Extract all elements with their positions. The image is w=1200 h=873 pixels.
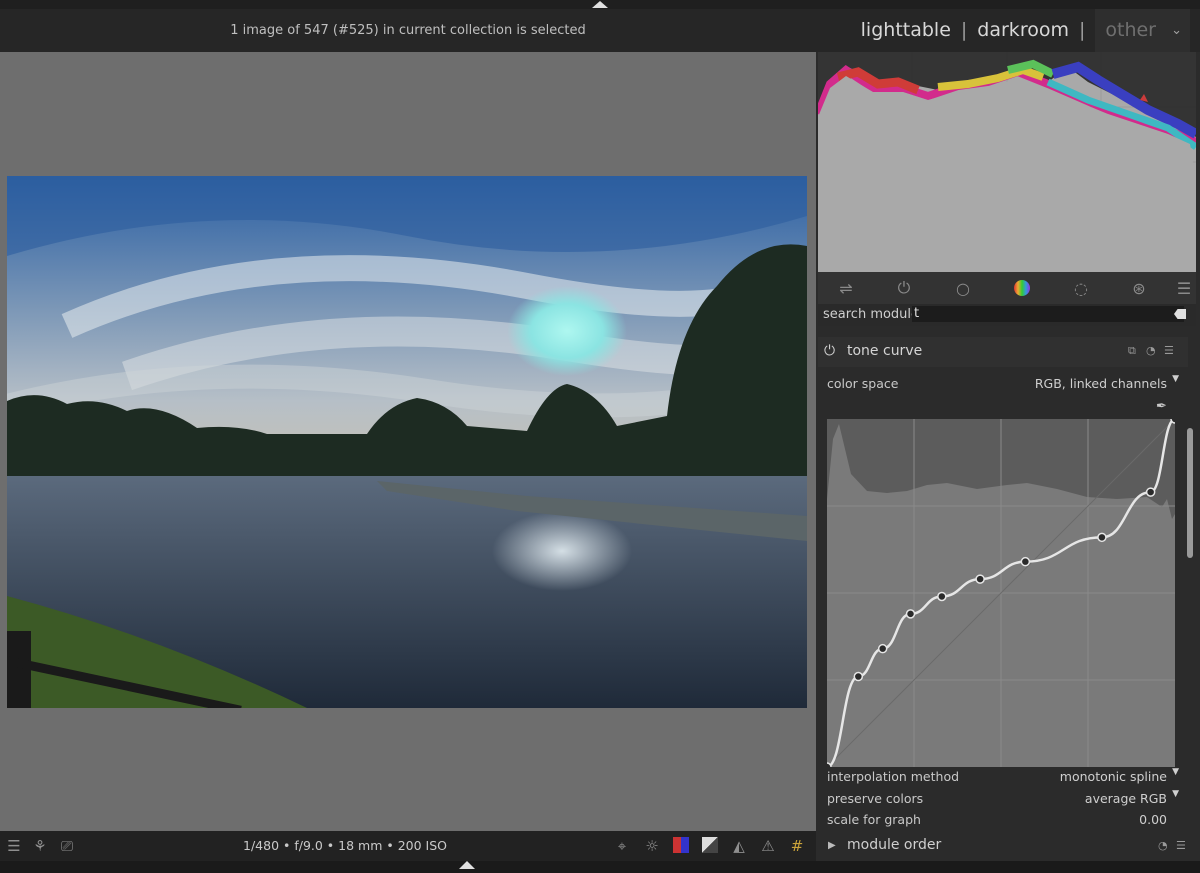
tone-curve-header[interactable]: ⏻ tone curve ⧉ ◔ ☰ — [818, 337, 1188, 367]
view-other-dropdown[interactable]: other ⌄ — [1095, 9, 1190, 52]
preserve-colors-value: average RGB — [1084, 791, 1167, 806]
view-other-label: other — [1105, 19, 1156, 41]
selection-status: 1 image of 547 (#525) in current collect… — [230, 23, 586, 38]
module-order-title: module order — [847, 837, 942, 853]
curve-node-2[interactable] — [877, 643, 888, 654]
scrollbar-thumb[interactable] — [1187, 428, 1193, 558]
color-wheel-icon[interactable] — [1010, 276, 1034, 300]
color-space-label: color space — [827, 376, 899, 391]
menu-icon[interactable]: ☰ — [1172, 276, 1196, 300]
dropdown-arrow-icon: ▼ — [1172, 374, 1179, 384]
menu-icon[interactable]: ☰ — [4, 837, 24, 855]
collapse-top-arrow-icon[interactable] — [592, 1, 608, 8]
curve-node-7[interactable] — [1097, 532, 1107, 543]
dropdown-arrow-icon: ▼ — [1172, 767, 1179, 777]
warning-icon[interactable]: ⚠ — [758, 837, 778, 855]
top-panel-toggle-bar — [0, 0, 1200, 9]
display-icon[interactable]: ⎚ — [57, 837, 77, 855]
color-picker-icon[interactable]: ✒ — [1156, 399, 1167, 414]
reset-icon[interactable]: ◔ — [1146, 344, 1156, 357]
color-space-value: RGB, linked channels — [1034, 376, 1167, 391]
styles-icon[interactable]: ⚘ — [30, 837, 50, 855]
tone-curve-canvas — [822, 414, 1180, 772]
collapse-bottom-arrow-icon[interactable] — [459, 861, 475, 869]
curve-node-1[interactable] — [853, 671, 864, 682]
preserve-colors-row[interactable]: preserve colors average RGB ▼ — [827, 789, 1179, 806]
view-separator: | — [960, 19, 968, 41]
curve-node-6[interactable] — [1020, 556, 1031, 567]
interpolation-label: interpolation method — [827, 769, 960, 784]
effects-icon[interactable]: ⊛ — [1127, 276, 1151, 300]
interpolation-row[interactable]: interpolation method monotonic spline ▼ — [827, 767, 1179, 784]
scale-for-graph-label: scale for graph — [827, 812, 921, 827]
scale-for-graph-value: 0.00 — [1139, 812, 1167, 827]
landscape-photo — [7, 176, 807, 708]
view-lighttable[interactable]: lighttable — [861, 19, 951, 41]
scale-for-graph-row[interactable]: scale for graph 0.00 — [827, 812, 1167, 827]
curve-node-4[interactable] — [937, 591, 947, 602]
preserve-colors-label: preserve colors — [827, 791, 924, 806]
expand-arrow-icon: ▶ — [828, 840, 836, 851]
shape-icon[interactable]: ◭ — [729, 837, 749, 855]
sliders-icon[interactable]: ⇌ — [834, 276, 858, 300]
tone-curve-graph[interactable] — [822, 414, 1180, 772]
histogram-graph — [818, 52, 1196, 272]
tone-curve-title: tone curve — [847, 343, 923, 359]
search-module-input[interactable] — [912, 306, 1184, 322]
softproof-icon[interactable] — [671, 837, 691, 855]
focus-peaking-icon[interactable]: ⌖ — [612, 837, 632, 855]
module-order-header[interactable]: ▶ module order ◔ ☰ — [818, 831, 1188, 861]
power-icon[interactable]: ⏻ — [892, 276, 916, 300]
view-separator: | — [1078, 19, 1086, 41]
curve-node-3[interactable] — [905, 609, 916, 619]
view-switcher: lighttable | darkroom | other ⌄ — [861, 9, 1190, 52]
circle-icon[interactable]: ○ — [951, 276, 975, 300]
search-module-label: search module — [823, 307, 920, 322]
exif-info: 1/480 • f/9.0 • 18 mm • 200 ISO — [243, 838, 447, 853]
curve-node-5[interactable] — [975, 574, 985, 584]
color-space-row[interactable]: color space RGB, linked channels ▼ — [827, 374, 1179, 391]
reset-icon[interactable]: ◔ — [1158, 839, 1168, 852]
right-panel-scrollbar[interactable] — [1187, 340, 1193, 820]
multi-instance-icon[interactable]: ⧉ — [1128, 344, 1136, 358]
module-groups-bar: ⇌ ⏻ ○ ◌ ⊛ ☰ — [818, 272, 1196, 304]
module-search: search module — [818, 304, 1196, 326]
view-darkroom[interactable]: darkroom — [977, 19, 1069, 41]
chevron-down-icon: ⌄ — [1171, 23, 1182, 38]
dropdown-arrow-icon: ▼ — [1172, 789, 1179, 799]
interpolation-value: monotonic spline — [1059, 769, 1167, 784]
gamut-check-icon[interactable] — [700, 837, 720, 855]
correct-icon[interactable]: ◌ — [1069, 276, 1093, 300]
presets-icon[interactable]: ☰ — [1176, 839, 1186, 852]
bottom-panel-toggle-bar — [0, 861, 1200, 873]
module-power-icon[interactable]: ⏻ — [824, 343, 835, 359]
curve-node-8[interactable] — [1145, 487, 1156, 497]
grid-icon[interactable]: # — [787, 837, 807, 855]
histogram[interactable] — [818, 52, 1196, 272]
image-preview[interactable] — [7, 176, 807, 708]
bulb-icon[interactable]: ☼ — [642, 837, 662, 855]
presets-icon[interactable]: ☰ — [1164, 344, 1174, 357]
